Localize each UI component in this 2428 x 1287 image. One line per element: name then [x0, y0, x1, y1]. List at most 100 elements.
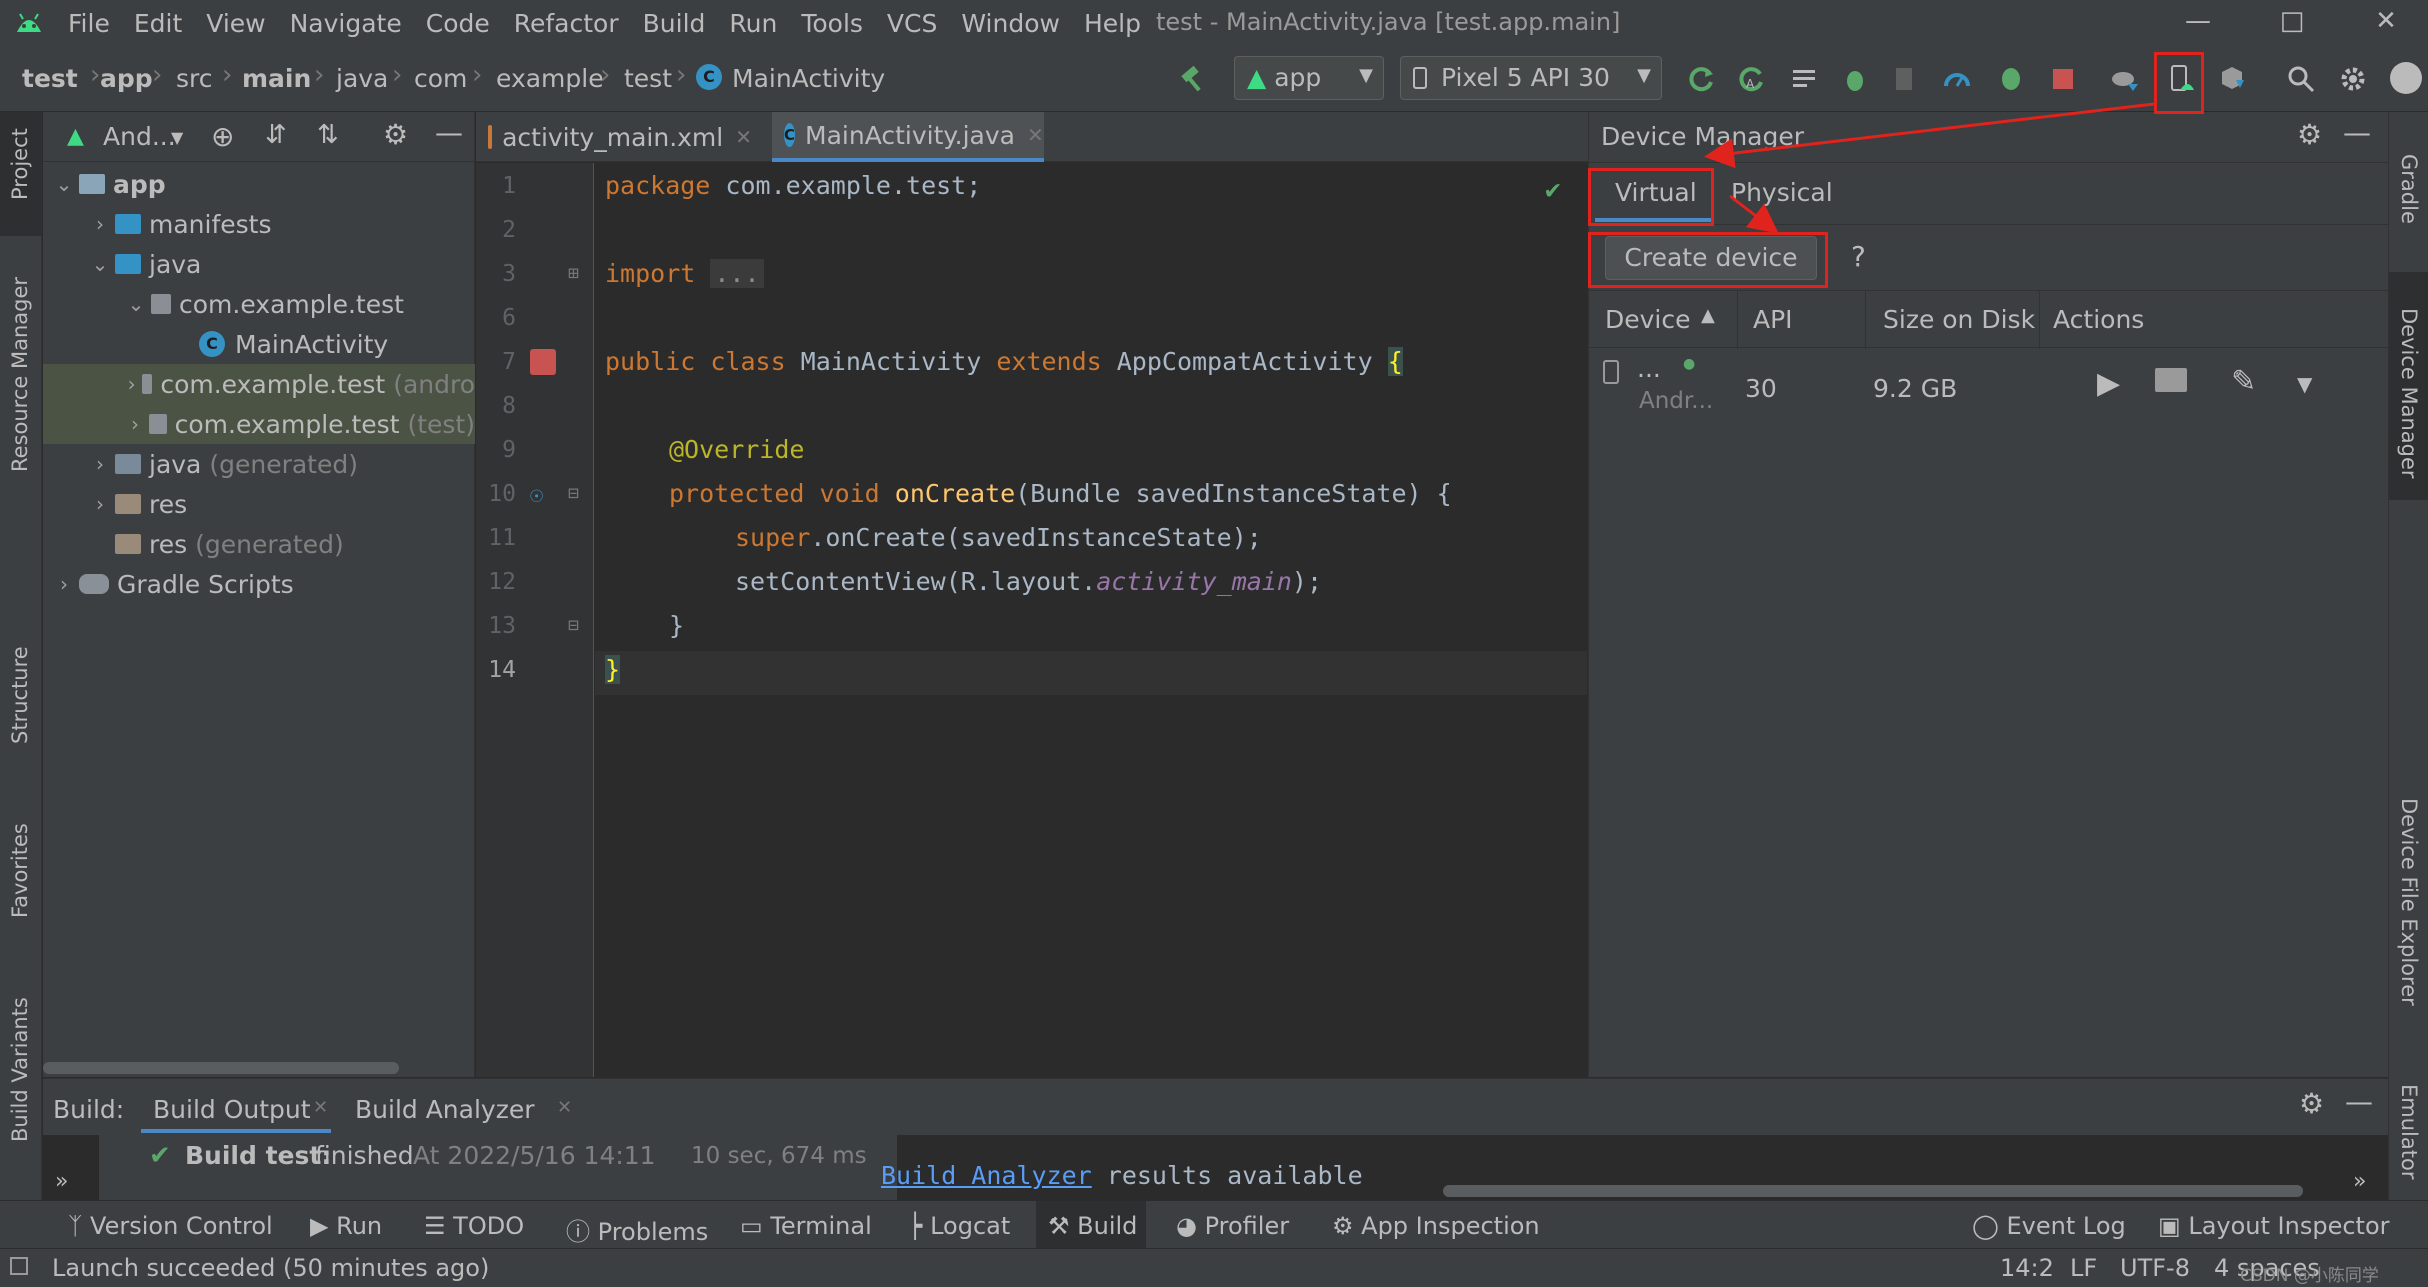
tool-structure[interactable]: Structure	[8, 646, 32, 744]
tool-build-variants[interactable]: Build Variants	[8, 997, 32, 1142]
gear-icon[interactable]: ⚙	[2299, 1087, 2324, 1120]
chevron-down-icon[interactable]: ⌄	[127, 292, 145, 316]
hammer-build-icon[interactable]	[1178, 64, 1208, 94]
chevron-down-icon[interactable]: ⌄	[55, 172, 73, 196]
gear-icon[interactable]: ⚙	[383, 118, 408, 151]
tool-favorites[interactable]: Favorites	[8, 823, 32, 918]
breadcrumb-test[interactable]: test	[22, 64, 78, 93]
chevron-right-icon[interactable]: ›	[91, 492, 109, 516]
column-api[interactable]: API	[1753, 305, 1793, 334]
open-folder-icon[interactable]	[2155, 368, 2187, 392]
device-select[interactable]: Pixel 5 API 30 ▼	[1400, 56, 1662, 100]
sync-gradle-icon[interactable]	[2110, 64, 2140, 94]
hide-panel-icon[interactable]: —	[2345, 1085, 2373, 1118]
collapse-all-icon[interactable]: ⇅	[317, 120, 339, 150]
close-tab-icon[interactable]: ✕	[735, 125, 752, 149]
gear-icon[interactable]: ⚙	[2297, 118, 2322, 151]
horizontal-scrollbar[interactable]	[43, 1062, 399, 1074]
locate-target-icon[interactable]: ⊕	[211, 120, 234, 153]
debug-bug-icon[interactable]	[1840, 64, 1870, 94]
tab-build-output[interactable]: Build Output ✕	[141, 1083, 331, 1133]
edit-pencil-icon[interactable]: ✎	[2231, 364, 2256, 399]
profiler-gauge-icon[interactable]	[1942, 64, 1972, 94]
tab-physical[interactable]: Physical	[1721, 168, 1841, 222]
chevron-right-icon[interactable]: ›	[91, 452, 109, 476]
view-mode-select[interactable]: And...	[103, 122, 176, 151]
expand-all-icon[interactable]: ⇵	[265, 120, 287, 150]
tool-emulator[interactable]: Emulator	[2397, 1084, 2421, 1179]
tree-item-package-test[interactable]: › com.example.test (test)	[43, 404, 475, 444]
close-tab-icon[interactable]: ✕	[557, 1097, 572, 1118]
fold-icon[interactable]: ⊞	[568, 263, 579, 284]
menu-file[interactable]: File	[68, 9, 110, 38]
sort-ascending-icon[interactable]: ▲	[1701, 305, 1715, 326]
tool-project[interactable]: Project	[8, 128, 32, 200]
tool-problems[interactable]: ⓘ Problems	[566, 1212, 708, 1247]
sdk-manager-icon[interactable]	[2218, 64, 2248, 94]
apply-code-changes-icon[interactable]: A	[1736, 64, 1766, 94]
tool-terminal[interactable]: ▭ Terminal	[740, 1212, 872, 1240]
maximize-icon[interactable]: □	[2272, 6, 2312, 40]
chevron-right-icon[interactable]: ›	[55, 572, 73, 596]
close-icon[interactable]: ✕	[2366, 6, 2406, 40]
breadcrumb-app[interactable]: app	[100, 64, 153, 93]
caret-position[interactable]: 14:2	[2000, 1254, 2054, 1282]
android-entry-icon[interactable]	[530, 349, 556, 375]
apply-changes-icon[interactable]	[1686, 64, 1716, 94]
breadcrumb-mainactivity[interactable]: MainActivity	[732, 64, 885, 93]
stop-icon[interactable]	[2048, 64, 2078, 94]
chevron-right-icon[interactable]: ›	[127, 372, 136, 396]
tool-resource-manager[interactable]: Resource Manager	[8, 277, 32, 472]
chevron-right-icon[interactable]: ›	[127, 412, 143, 436]
expand-double-chevron-icon[interactable]: »	[2353, 1169, 2366, 1194]
tool-profiler[interactable]: ◕ Profiler	[1176, 1212, 1289, 1240]
tool-layout-inspector[interactable]: ▣ Layout Inspector	[2158, 1212, 2390, 1240]
hide-panel-icon[interactable]: —	[435, 116, 463, 149]
launch-play-icon[interactable]: ▶	[2097, 366, 2120, 401]
tool-todo[interactable]: ☰ TODO	[424, 1212, 524, 1240]
menu-vcs[interactable]: VCS	[887, 9, 937, 38]
tree-item-res-generated[interactable]: res (generated)	[43, 524, 475, 564]
tab-mainactivity-java[interactable]: C MainActivity.java ✕	[772, 112, 1044, 162]
more-actions-chevron-icon[interactable]: ▼	[2297, 372, 2312, 396]
coverage-icon[interactable]	[1890, 64, 1920, 94]
column-device[interactable]: Device	[1605, 305, 1691, 334]
search-icon[interactable]	[2286, 64, 2316, 94]
table-row[interactable]: ... ● Andr... 30 9.2 GB ▶ ✎ ▼	[1589, 350, 2389, 430]
menu-build[interactable]: Build	[643, 9, 706, 38]
minimize-icon[interactable]: —	[2178, 6, 2218, 40]
column-size[interactable]: Size on Disk	[1883, 305, 2035, 334]
tree-item-manifests[interactable]: › manifests	[43, 204, 475, 244]
build-analyzer-link[interactable]: Build Analyzer	[881, 1161, 1092, 1190]
menu-navigate[interactable]: Navigate	[290, 9, 402, 38]
menu-help[interactable]: Help	[1084, 9, 1141, 38]
breadcrumb-com[interactable]: com	[414, 64, 467, 93]
expand-double-chevron-icon[interactable]: »	[55, 1169, 68, 1194]
chevron-down-icon[interactable]: ▼	[171, 128, 183, 147]
menu-tools[interactable]: Tools	[801, 9, 863, 38]
tree-item-mainactivity[interactable]: C MainActivity	[43, 324, 475, 364]
tool-event-log[interactable]: ◯ Event Log	[1972, 1212, 2126, 1240]
tool-device-manager[interactable]: Device Manager	[2397, 308, 2421, 479]
tool-device-file-explorer[interactable]: Device File Explorer	[2397, 798, 2421, 1006]
file-encoding[interactable]: UTF-8	[2120, 1254, 2190, 1282]
breadcrumb-test-pkg[interactable]: test	[624, 64, 672, 93]
chevron-down-icon[interactable]: ⌄	[91, 252, 109, 276]
help-icon[interactable]: ?	[1851, 240, 1866, 273]
tree-item-package-android-test[interactable]: › com.example.test (andro	[43, 364, 475, 404]
breadcrumb-example[interactable]: example	[496, 64, 604, 93]
horizontal-scrollbar[interactable]	[1443, 1185, 2303, 1197]
close-tab-icon[interactable]: ✕	[1027, 123, 1044, 147]
tool-build[interactable]: ⚒ Build	[1048, 1212, 1137, 1240]
menu-run[interactable]: Run	[729, 9, 777, 38]
menu-refactor[interactable]: Refactor	[514, 9, 619, 38]
tree-item-app[interactable]: ⌄ app	[43, 164, 475, 204]
fold-icon[interactable]: ⊟	[568, 615, 579, 636]
close-tab-icon[interactable]: ✕	[313, 1097, 328, 1118]
code-editor[interactable]: ✔ package com.example.test; import ... p…	[595, 163, 1587, 1077]
menu-code[interactable]: Code	[426, 9, 490, 38]
folded-imports[interactable]: ...	[710, 259, 764, 288]
no-problems-check-icon[interactable]: ✔	[1545, 175, 1561, 205]
menu-window[interactable]: Window	[961, 9, 1060, 38]
settings-gear-icon[interactable]	[2338, 64, 2368, 94]
